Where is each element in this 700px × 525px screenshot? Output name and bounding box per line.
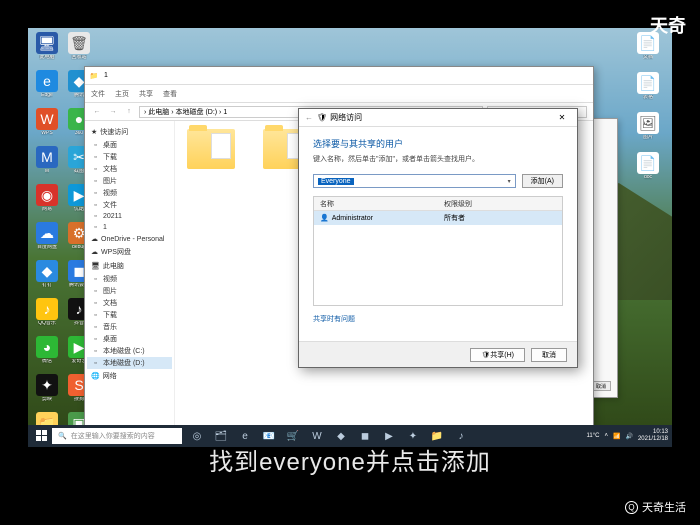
volume-icon[interactable]: 🔊	[625, 433, 632, 440]
dialog-title: 网络访问	[330, 112, 362, 123]
sidebar-item[interactable]: ▫20211	[87, 211, 172, 222]
sidebar-group[interactable]: 🌐网络	[87, 369, 172, 383]
desktop-icon[interactable]: ✦剪映	[32, 374, 62, 410]
cancel-button[interactable]: 取消	[531, 348, 567, 362]
desktop-icon[interactable]: 🖥此电脑	[32, 32, 62, 68]
clock[interactable]: 10:13 2021/12/18	[638, 429, 668, 442]
ribbon-tab[interactable]: 共享	[139, 89, 153, 99]
share-users-table: 名称 权限级别 👤Administrator 所有者	[313, 196, 563, 306]
network-share-dialog: ← 🛡 网络访问 ✕ 选择要与其共享的用户 键入名称，然后单击"添加"，或者单击…	[298, 108, 578, 368]
sidebar-item[interactable]: ▫下载	[87, 309, 172, 321]
table-row[interactable]: 👤Administrator 所有者	[314, 211, 562, 225]
weather-widget[interactable]: 11°C	[587, 433, 600, 439]
sidebar-item[interactable]: ▫1	[87, 222, 172, 233]
sidebar-item[interactable]: ▫图片	[87, 285, 172, 297]
user-combobox[interactable]: Everyone ▾	[313, 174, 516, 188]
desktop-icon[interactable]: WWPS	[32, 108, 62, 144]
desktop-icon[interactable]: ◉网易	[32, 184, 62, 220]
ribbon-tab[interactable]: 文件	[91, 89, 105, 99]
sidebar-item[interactable]: ▫下载	[87, 151, 172, 163]
col-permission[interactable]: 权限级别	[438, 197, 562, 210]
sidebar-item[interactable]: ▫桌面	[87, 333, 172, 345]
dialog-heading: 选择要与其共享的用户	[313, 137, 563, 150]
chevron-down-icon[interactable]: ▾	[508, 178, 511, 185]
sidebar-group[interactable]: ☁OneDrive - Personal	[87, 233, 172, 245]
explorer-titlebar[interactable]: 📁 1	[85, 67, 593, 85]
desktop-icon[interactable]: ♪QQ音乐	[32, 298, 62, 334]
explorer-ribbon: 文件主页共享查看	[85, 85, 593, 103]
desktop-icon[interactable]: eEdge	[32, 70, 62, 106]
close-icon[interactable]: ✕	[553, 113, 571, 122]
sidebar-group[interactable]: 🖥此电脑	[87, 259, 172, 273]
tray-chevron-icon[interactable]: ˄	[604, 433, 608, 439]
add-button[interactable]: 添加(A)	[522, 174, 563, 188]
folder-item[interactable]	[183, 129, 239, 193]
search-icon: 🔍	[58, 432, 67, 440]
explorer-title: 1	[101, 71, 111, 81]
desktop-icons-right: 📄文档📄表格🖼图片📄doc	[633, 32, 668, 188]
network-icon[interactable]: 📶	[613, 433, 620, 440]
folder-icon: 📁	[89, 71, 99, 81]
watermark-top: 天奇	[650, 12, 686, 38]
desktop-icon[interactable]: 📄表格	[633, 72, 663, 108]
desktop-icon[interactable]: 🖼图片	[633, 112, 663, 148]
sidebar-item[interactable]: ▫图片	[87, 175, 172, 187]
explorer-sidebar: ★快速访问▫桌面▫下载▫文档▫图片▫视频▫文件▫20211▫1☁OneDrive…	[85, 121, 175, 436]
sidebar-item[interactable]: ▫文档	[87, 297, 172, 309]
sidebar-item[interactable]: ▫视频	[87, 187, 172, 199]
nav-forward-button[interactable]: →	[107, 106, 119, 118]
col-name[interactable]: 名称	[314, 197, 438, 210]
sharing-help-link[interactable]: 共享时有问题	[313, 314, 563, 324]
nav-up-button[interactable]: ↑	[123, 106, 135, 118]
sidebar-item[interactable]: ▫视频	[87, 273, 172, 285]
sidebar-group[interactable]: ★快速访问	[87, 125, 172, 139]
watermark-bottom: Q 天奇生活	[625, 499, 686, 515]
ribbon-tab[interactable]: 主页	[115, 89, 129, 99]
share-button[interactable]: 🛡 共享(H)	[470, 348, 525, 362]
sidebar-item[interactable]: ▫本地磁盘 (C:)	[87, 345, 172, 357]
desktop-icon[interactable]: MM	[32, 146, 62, 182]
desktop-icon[interactable]: 📄doc	[633, 152, 663, 188]
ribbon-tab[interactable]: 查看	[163, 89, 177, 99]
shield-icon: 🛡	[317, 113, 327, 122]
desktop-icon[interactable]: ☁百度网盘	[32, 222, 62, 258]
dialog-subtext: 键入名称，然后单击"添加"，或者单击箭头查找用户。	[313, 154, 563, 164]
user-icon: 👤	[320, 214, 329, 222]
sidebar-item[interactable]: ▫文件	[87, 199, 172, 211]
system-tray[interactable]: 11°C ˄ 📶 🔊 10:13 2021/12/18	[587, 429, 668, 442]
magnifier-icon: Q	[625, 501, 638, 514]
desktop-icon[interactable]: ◕微信	[32, 336, 62, 372]
bg-cancel-button[interactable]: 取消	[591, 381, 611, 391]
sidebar-item[interactable]: ▫音乐	[87, 321, 172, 333]
sidebar-item[interactable]: ▫桌面	[87, 139, 172, 151]
desktop-icon[interactable]: 🗑回收站	[64, 32, 94, 68]
desktop-icon[interactable]: ◆钉钉	[32, 260, 62, 296]
sidebar-group[interactable]: ☁WPS网盘	[87, 245, 172, 259]
back-arrow-icon[interactable]: ←	[305, 113, 313, 122]
video-subtitle: 找到everyone并点击添加	[0, 442, 700, 477]
sidebar-item[interactable]: ▫文档	[87, 163, 172, 175]
sidebar-item[interactable]: ▫本地磁盘 (D:)	[87, 357, 172, 369]
nav-back-button[interactable]: ←	[91, 106, 103, 118]
